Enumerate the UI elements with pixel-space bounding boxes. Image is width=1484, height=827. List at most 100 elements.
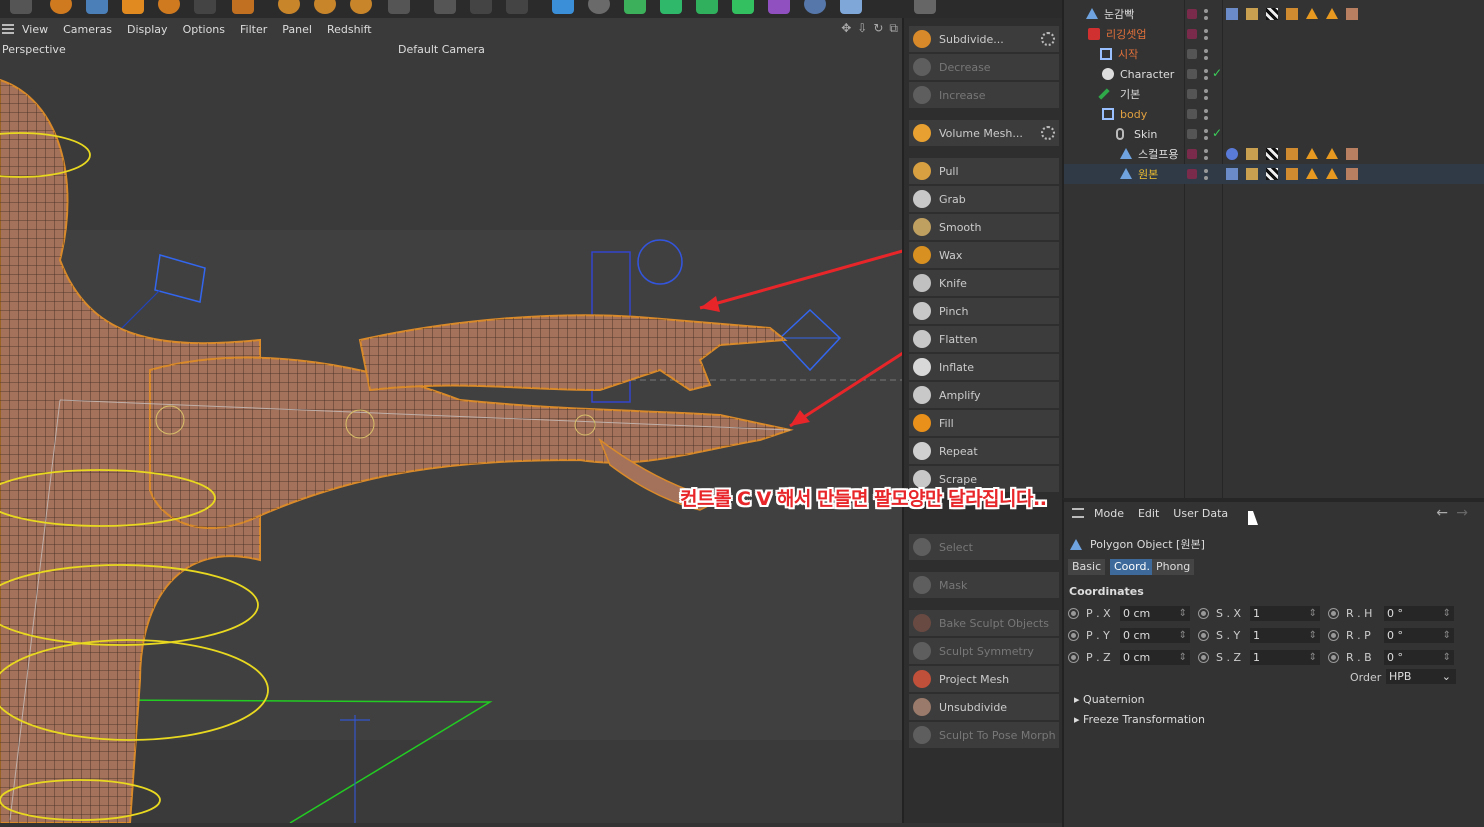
layer-color-swatch[interactable] <box>1187 169 1197 179</box>
stepper-icon[interactable]: ⇕ <box>1443 606 1451 621</box>
menu-user-data[interactable]: User Data <box>1173 507 1228 520</box>
x-axis-icon[interactable] <box>278 0 300 14</box>
enabled-check-icon[interactable]: ✓ <box>1212 126 1222 140</box>
amplify-button[interactable]: Amplify <box>909 382 1059 408</box>
scale-radio[interactable] <box>1198 652 1209 663</box>
stepper-icon[interactable]: ⇕ <box>1179 606 1187 621</box>
ik-tag-icon[interactable] <box>1246 168 1258 180</box>
stepper-icon[interactable]: ⇕ <box>1443 628 1451 643</box>
render-settings-icon[interactable] <box>506 0 528 14</box>
pull-button[interactable]: Pull <box>909 158 1059 184</box>
texture-tag-icon[interactable] <box>1266 148 1278 160</box>
layer-color-swatch[interactable] <box>1187 49 1197 59</box>
position-radio[interactable] <box>1068 652 1079 663</box>
cube-icon[interactable] <box>552 0 574 14</box>
material-icon[interactable] <box>1346 148 1358 160</box>
layer-color-swatch[interactable] <box>1187 109 1197 119</box>
position-radio[interactable] <box>1068 608 1079 619</box>
tab-basic[interactable]: Basic <box>1068 559 1106 575</box>
fill-button[interactable]: Fill <box>909 410 1059 436</box>
stepper-icon[interactable]: ⇕ <box>1179 628 1187 643</box>
menu-filter[interactable]: Filter <box>240 23 267 36</box>
light-icon[interactable] <box>914 0 936 14</box>
wax-button[interactable]: Wax <box>909 242 1059 268</box>
layer-color-swatch[interactable] <box>1187 69 1197 79</box>
spline-icon[interactable] <box>588 0 610 14</box>
object-name[interactable]: 시작 <box>1118 46 1138 62</box>
y-axis-icon[interactable] <box>314 0 336 14</box>
position-value-input[interactable]: 0 cm ⇕ <box>1120 628 1190 643</box>
texture-tag-icon[interactable] <box>1266 168 1278 180</box>
object-name[interactable]: Character <box>1120 68 1174 81</box>
generator-icon[interactable] <box>624 0 646 14</box>
volume-mesh-button[interactable]: Volume Mesh... <box>909 120 1059 146</box>
scale-tool-icon[interactable] <box>122 0 144 14</box>
pose-tag-icon[interactable] <box>1306 148 1318 159</box>
vertex-map-icon[interactable] <box>1286 168 1298 180</box>
scale-value-input[interactable]: 1 ⇕ <box>1250 628 1320 643</box>
object-row[interactable]: 리깅셋업 <box>1064 24 1484 44</box>
object-row[interactable]: 원본 <box>1064 164 1484 184</box>
scale-radio[interactable] <box>1198 608 1209 619</box>
stepper-icon[interactable]: ⇕ <box>1309 650 1317 665</box>
morph-tag-icon[interactable] <box>1326 8 1338 19</box>
freeze-transformation-group[interactable]: ▸ Freeze Transformation <box>1074 713 1205 726</box>
mask-button[interactable]: Mask <box>909 572 1059 598</box>
object-row[interactable]: 기본 <box>1064 84 1484 104</box>
order-select[interactable]: HPB ⌄ <box>1386 669 1456 684</box>
rotation-radio[interactable] <box>1328 608 1339 619</box>
texture-tag-icon[interactable] <box>1266 8 1278 20</box>
gear-icon[interactable] <box>1041 32 1055 46</box>
smooth-button[interactable]: Smooth <box>909 214 1059 240</box>
visibility-dots-icon[interactable] <box>1204 107 1208 121</box>
increase-button[interactable]: Increase <box>909 82 1059 108</box>
repeat-button[interactable]: Repeat <box>909 438 1059 464</box>
viewport-projection-label[interactable]: Perspective <box>2 43 66 56</box>
decrease-button[interactable]: Decrease <box>909 54 1059 80</box>
axis-icon[interactable] <box>232 0 254 14</box>
visibility-dots-icon[interactable] <box>1204 67 1208 81</box>
vertex-map-icon[interactable] <box>1286 8 1298 20</box>
menu-display[interactable]: Display <box>127 23 168 36</box>
object-name[interactable]: 리깅셋업 <box>1106 26 1146 42</box>
deformer-icon[interactable] <box>660 0 682 14</box>
rotation-radio[interactable] <box>1328 630 1339 641</box>
tool-icon[interactable] <box>10 0 32 14</box>
layer-color-swatch[interactable] <box>1187 149 1197 159</box>
z-axis-icon[interactable] <box>350 0 372 14</box>
unsubdivide-button[interactable]: Unsubdivide <box>909 694 1059 720</box>
object-name[interactable]: 기본 <box>1120 86 1140 102</box>
stepper-icon[interactable]: ⇕ <box>1179 650 1187 665</box>
dolly-icon[interactable]: ⇩ <box>857 21 867 36</box>
effector-icon[interactable] <box>696 0 718 14</box>
orbit-icon[interactable]: ↻ <box>873 21 883 36</box>
visibility-dots-icon[interactable] <box>1204 47 1208 61</box>
scale-value-input[interactable]: 1 ⇕ <box>1250 606 1320 621</box>
enabled-check-icon[interactable]: ✓ <box>1212 66 1222 80</box>
visibility-dots-icon[interactable] <box>1204 167 1208 181</box>
visibility-dots-icon[interactable] <box>1204 27 1208 41</box>
visibility-dots-icon[interactable] <box>1204 7 1208 21</box>
morph-tag-icon[interactable] <box>1326 148 1338 159</box>
field-icon[interactable] <box>768 0 790 14</box>
object-row[interactable]: 스컬프용 <box>1064 144 1484 164</box>
menu-edit[interactable]: Edit <box>1138 507 1159 520</box>
rotation-value-input[interactable]: 0 ° ⇕ <box>1384 628 1454 643</box>
visibility-dots-icon[interactable] <box>1204 87 1208 101</box>
stepper-icon[interactable]: ⇕ <box>1443 650 1451 665</box>
viewport-camera-label[interactable]: Default Camera <box>398 43 485 56</box>
menu-redshift[interactable]: Redshift <box>327 23 372 36</box>
bake-sculpt-objects-button[interactable]: Bake Sculpt Objects <box>909 610 1059 636</box>
stepper-icon[interactable]: ⇕ <box>1309 628 1317 643</box>
object-row[interactable]: Character ✓ <box>1064 64 1484 84</box>
ik-tag-icon[interactable] <box>1246 148 1258 160</box>
stepper-icon[interactable]: ⇕ <box>1309 606 1317 621</box>
render-region-icon[interactable] <box>434 0 456 14</box>
mograph-icon[interactable] <box>732 0 754 14</box>
inflate-button[interactable]: Inflate <box>909 354 1059 380</box>
weight-tag-icon[interactable] <box>1226 168 1238 180</box>
maximize-view-icon[interactable]: ⧉ <box>889 21 898 36</box>
visibility-dots-icon[interactable] <box>1204 127 1208 141</box>
ik-tag-icon[interactable] <box>1246 8 1258 20</box>
visibility-dots-icon[interactable] <box>1204 147 1208 161</box>
